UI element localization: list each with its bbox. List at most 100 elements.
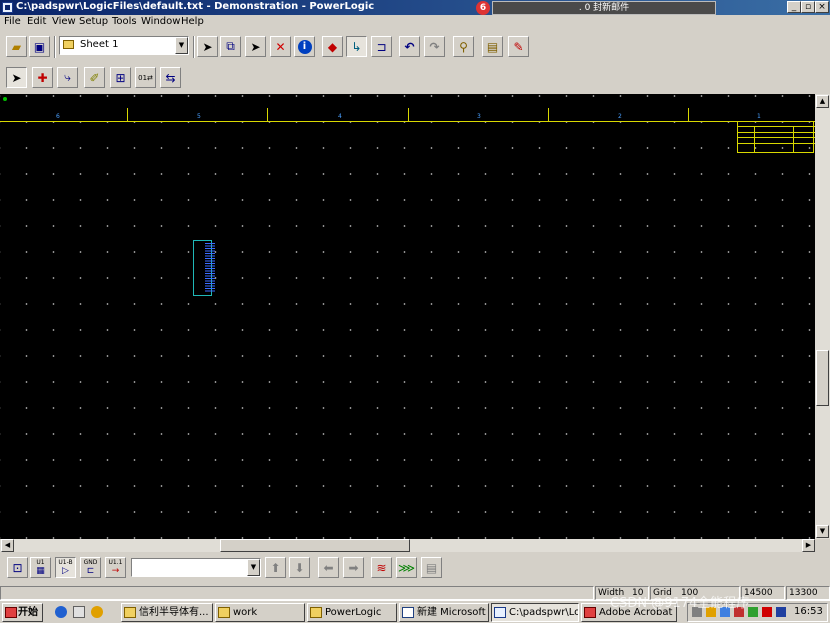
main-toolbar: ▰ ▣ Sheet 1 ▼ ➤ ⧉ ➤ ✕ i ◆ ↳ ⊐ ↶ ↷ ⚲ ▤ ✎ (0, 32, 830, 62)
select-mode-icon[interactable]: ➤ (6, 67, 27, 88)
library-icon[interactable]: ▤ (482, 36, 503, 57)
close-button[interactable]: × (815, 1, 829, 13)
powerlogic-icon (494, 607, 506, 618)
report-icon[interactable]: ▤ (421, 557, 442, 578)
clock[interactable]: 16:53 (794, 606, 823, 617)
maximize-button[interactable]: ▫ (801, 1, 815, 13)
scroll-down-icon[interactable]: ▼ (816, 525, 829, 538)
task-item[interactable]: 信利半导体有... (121, 603, 213, 622)
gate-filter-button[interactable]: U1-B ▷ (55, 557, 76, 578)
notification-icon: 6 (476, 1, 490, 15)
tools-icon[interactable]: ✎ (508, 36, 529, 57)
menu-view[interactable]: View (52, 16, 76, 27)
zone-number: 1 (757, 113, 761, 120)
pin-filter-button[interactable]: U1.1 → (105, 557, 126, 578)
task-label: PowerLogic (325, 607, 382, 618)
arrow-down-icon[interactable]: ⬇ (289, 557, 310, 578)
task-item[interactable]: PowerLogic (307, 603, 397, 622)
vertical-scrollbar[interactable]: ▲ ▼ (815, 94, 830, 539)
menu-tools[interactable]: Tools (112, 16, 137, 27)
add-bus-icon[interactable]: ⊐ (371, 36, 392, 57)
chevron-down-icon[interactable]: ▼ (247, 559, 260, 576)
start-button[interactable]: 开始 (2, 603, 43, 622)
save-icon[interactable]: ▣ (29, 36, 50, 57)
media-icon[interactable] (91, 606, 103, 618)
horizontal-scrollbar[interactable]: ◀ ▶ (0, 539, 815, 552)
info-icon[interactable]: i (294, 36, 315, 57)
zone-number: 5 (197, 113, 201, 120)
delete-icon[interactable]: ✕ (270, 36, 291, 57)
copy-icon[interactable]: ⧉ (220, 36, 241, 57)
desktop-icon[interactable] (73, 606, 85, 618)
schematic-toolbar: ➤ ✚ ⤷ ✐ ⊞ 01⇄ ⇆ (0, 64, 200, 92)
add-text-icon[interactable]: ✐ (84, 67, 105, 88)
select-arrow-icon[interactable]: ➤ (197, 36, 218, 57)
arrow-left-icon[interactable]: ⬅ (318, 557, 339, 578)
app-icon[interactable] (2, 2, 13, 13)
task-label: C:\padspwr\Lo... (509, 607, 578, 618)
tray-icon[interactable] (776, 607, 786, 617)
redo-icon[interactable]: ↷ (424, 36, 445, 57)
scroll-right-icon[interactable]: ▶ (802, 539, 815, 552)
arrow-right-icon[interactable]: ➡ (343, 557, 364, 578)
windows-logo-icon (5, 607, 17, 618)
tray-icon[interactable] (762, 607, 772, 617)
sheet-selector-value: Sheet 1 (80, 39, 119, 50)
pin-icon: → (111, 566, 120, 576)
task-label: work (233, 607, 258, 618)
task-item-active[interactable]: C:\padspwr\Lo... (491, 603, 579, 622)
zone-tick (688, 108, 689, 122)
menu-window[interactable]: Window (141, 16, 180, 27)
renumber-icon[interactable]: 01⇄ (135, 67, 156, 88)
add-field-icon[interactable]: ⊞ (110, 67, 131, 88)
gate-icon: ▷ (62, 566, 69, 576)
swap-gate-icon[interactable]: ⇆ (160, 67, 181, 88)
chip-icon: ▦ (36, 566, 45, 576)
find-combo[interactable]: ▼ (131, 558, 261, 577)
part-filter-button[interactable]: U1 ▦ (30, 557, 51, 578)
task-label: 新建 Microsoft ... (417, 607, 488, 618)
vertical-scroll-thumb[interactable] (816, 350, 829, 406)
chevron-down-icon[interactable]: ▼ (175, 37, 188, 54)
title-block (737, 121, 815, 153)
scroll-left-icon[interactable]: ◀ (1, 539, 14, 552)
zoom-icon[interactable]: ⚲ (453, 36, 474, 57)
schematic-part[interactable] (193, 240, 215, 296)
undo-icon[interactable]: ↶ (399, 36, 420, 57)
router-icon[interactable]: ≋ (371, 557, 392, 578)
zone-tick (408, 108, 409, 122)
zone-tick (267, 108, 268, 122)
move-icon[interactable]: ◆ (322, 36, 343, 57)
add-connection-icon[interactable]: ↳ (346, 36, 367, 57)
menu-help[interactable]: Help (181, 16, 204, 27)
tray-icon[interactable] (748, 607, 758, 617)
ie-icon[interactable] (55, 606, 67, 618)
toolbar-separator (193, 36, 195, 58)
open-icon[interactable]: ▰ (6, 36, 27, 57)
select-filter-icon[interactable]: ➤ (245, 36, 266, 57)
minimize-button[interactable]: _ (787, 1, 801, 13)
net-icon: ⊏ (86, 566, 95, 576)
task-item[interactable]: 新建 Microsoft ... (399, 603, 489, 622)
scroll-up-icon[interactable]: ▲ (816, 95, 829, 108)
horizontal-scroll-thumb[interactable] (220, 539, 410, 552)
net-filter-button[interactable]: GND ⊏ (80, 557, 101, 578)
zone-tick (127, 108, 128, 122)
task-item[interactable]: work (215, 603, 305, 622)
add-wire-icon[interactable]: ⤷ (57, 67, 78, 88)
menu-setup[interactable]: Setup (79, 16, 108, 27)
menu-bar: File Edit View Setup Tools Window Help (0, 15, 830, 31)
arrow-up-icon[interactable]: ⬆ (265, 557, 286, 578)
zone-tick (548, 108, 549, 122)
add-part-icon[interactable]: ✚ (32, 67, 53, 88)
design-toolbar-icon[interactable]: ⊡ (7, 557, 28, 578)
folder-icon (218, 607, 230, 618)
part-filter-label: U1 (36, 559, 45, 566)
sheet-selector[interactable]: Sheet 1 ▼ (59, 36, 189, 55)
menu-file[interactable]: File (4, 16, 21, 27)
menu-edit[interactable]: Edit (27, 16, 46, 27)
drawing-canvas[interactable]: 6 5 4 3 2 1 (0, 94, 815, 539)
layout-link-icon[interactable]: ⋙ (396, 557, 417, 578)
net-filter-label: GND (83, 559, 98, 566)
mail-notification[interactable]: 6 . 0 封新邮件 (476, 1, 716, 15)
